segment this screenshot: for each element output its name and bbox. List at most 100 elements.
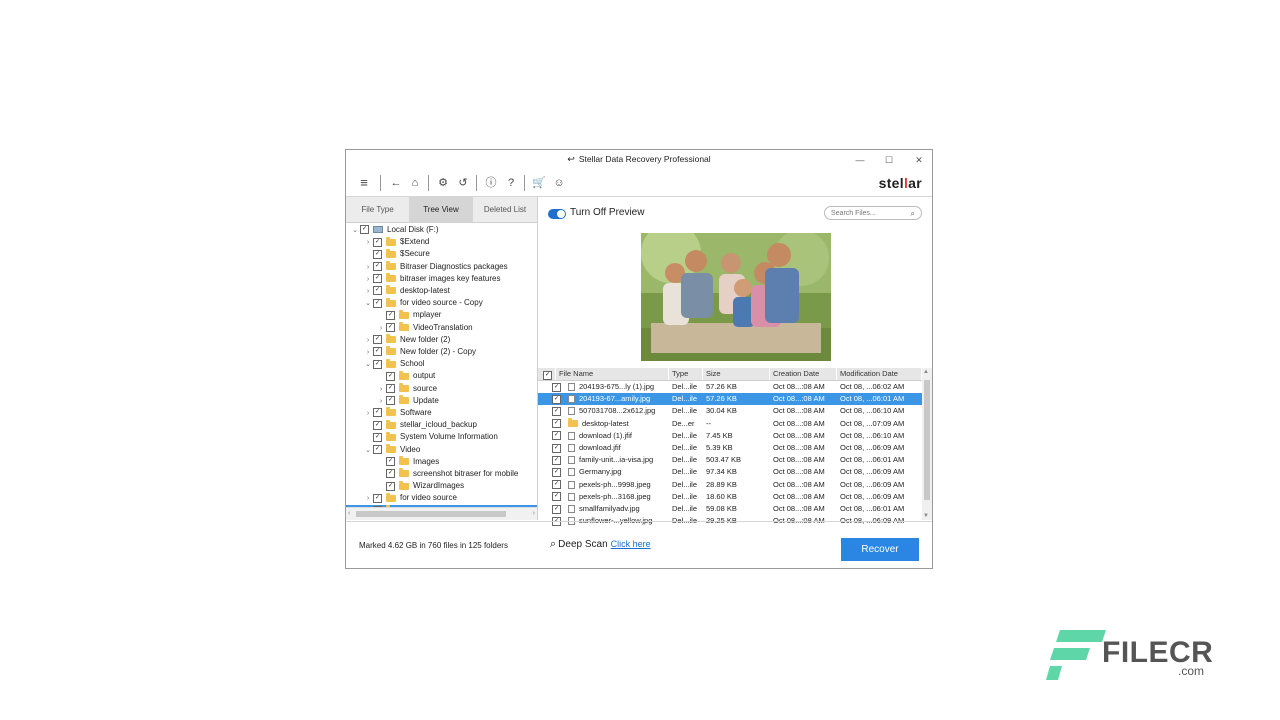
close-button[interactable]: ✕ [912, 153, 926, 167]
tree-checkbox[interactable]: ✓ [373, 432, 382, 442]
tree-node[interactable]: ✓ stellar_icloud_backup [346, 419, 537, 431]
tab-file-type[interactable]: File Type [346, 197, 409, 222]
row-checkbox[interactable]: ✓ [552, 405, 565, 417]
row-checkbox[interactable]: ✓ [552, 466, 565, 478]
tree-node[interactable]: › ✓ New folder (2) - Copy [346, 346, 537, 358]
expand-icon[interactable]: › [363, 237, 373, 249]
row-checkbox[interactable]: ✓ [552, 479, 565, 491]
scroll-thumb[interactable] [924, 380, 930, 500]
table-row[interactable]: ✓ download (1).jfif Del...ile 7.45 KB Oct 08… [538, 430, 922, 442]
row-checkbox[interactable]: ✓ [552, 454, 565, 466]
scroll-down-icon[interactable]: ▼ [923, 513, 929, 519]
tree-checkbox[interactable]: ✓ [373, 420, 382, 430]
expand-icon[interactable]: › [363, 347, 373, 359]
row-checkbox[interactable]: ✓ [552, 503, 565, 515]
maximize-button[interactable]: ☐ [882, 153, 896, 167]
tree-horizontal-scrollbar[interactable]: ‹ › [346, 507, 537, 520]
cart-icon[interactable]: 🛒 [532, 176, 546, 190]
tree-node[interactable]: › ✓ Bitraser Diagnostics packages [346, 260, 537, 274]
file-list-scrollbar[interactable]: ▲ ▼ [922, 368, 932, 520]
tree-checkbox[interactable]: ✓ [373, 493, 382, 503]
tree-checkbox[interactable]: ✓ [373, 335, 382, 345]
tree-checkbox[interactable]: ✓ [386, 383, 395, 393]
tree-node[interactable]: › ✓ New folder (2) [346, 334, 537, 346]
tree-node[interactable]: › ✓ bitraser images key features [346, 273, 537, 285]
deep-scan-link[interactable]: Click here [611, 539, 651, 549]
tree-node[interactable]: ✓ screenshot bitraser for mobile [346, 468, 537, 480]
table-row[interactable]: ✓ pexels-ph...3168.jpeg Del...ile 18.60 KB O… [538, 491, 922, 503]
expand-icon[interactable]: › [363, 286, 373, 298]
collapse-icon[interactable]: ⌄ [363, 445, 373, 457]
tree-checkbox[interactable]: ✓ [386, 322, 395, 332]
column-type[interactable]: Type [669, 368, 703, 380]
tree-checkbox[interactable]: ✓ [386, 310, 395, 320]
table-row[interactable]: ✓ smallfamilyadv.jpg Del...ile 59.08 KB Oct … [538, 503, 922, 515]
row-checkbox[interactable]: ✓ [552, 418, 565, 430]
tab-deleted-list[interactable]: Deleted List [473, 197, 537, 222]
tree-node[interactable]: ✓ output [346, 370, 537, 382]
tree-node[interactable]: ✓ $Secure [346, 248, 537, 260]
history-icon[interactable]: ↺ [456, 176, 470, 190]
expand-icon[interactable]: › [376, 396, 386, 408]
info-icon[interactable]: ⓘ [484, 176, 498, 190]
minimize-button[interactable]: — [853, 153, 867, 167]
column-size[interactable]: Size [703, 368, 770, 380]
tree-node[interactable]: ✓ WizardImages [346, 480, 537, 492]
help-icon[interactable]: ? [504, 176, 518, 190]
tree-checkbox[interactable]: ✓ [386, 481, 395, 491]
table-row[interactable]: ✓ download.jfif Del...ile 5.39 KB Oct 08...:… [538, 442, 922, 454]
row-checkbox[interactable]: ✓ [552, 442, 565, 454]
tree-node[interactable]: › ✓ source [346, 382, 537, 396]
scroll-thumb[interactable] [356, 511, 506, 517]
tree-node[interactable]: › ✓ Update [346, 395, 537, 407]
column-creation-date[interactable]: Creation Date [770, 368, 837, 380]
table-row[interactable]: ✓ family-unit...ia-visa.jpg Del...ile 503.4… [538, 454, 922, 466]
table-row[interactable]: ✓ Germany.jpg Del...ile 97.34 KB Oct 08...:0… [538, 466, 922, 478]
tree-checkbox[interactable]: ✓ [386, 396, 395, 406]
table-row[interactable]: ✓ 204193-67...amily.jpg Del...ile 57.26 KB O… [538, 393, 922, 406]
back-arrow-icon[interactable]: ← [389, 176, 403, 190]
expand-icon[interactable]: › [363, 493, 373, 505]
select-all-checkbox[interactable]: ✓ [538, 368, 556, 380]
column-file-name[interactable]: File Name [556, 368, 669, 380]
tree-checkbox[interactable]: ✓ [373, 298, 382, 308]
collapse-icon[interactable]: ⌄ [363, 359, 373, 371]
collapse-icon[interactable]: ⌄ [350, 225, 360, 237]
table-row[interactable]: ✓ pexels-ph...9998.jpeg Del...ile 28.89 KB O… [538, 479, 922, 491]
tree-checkbox[interactable]: ✓ [373, 237, 382, 247]
tree-node[interactable]: ⌄ ✓ Local Disk (F:) [346, 224, 537, 236]
tree-checkbox[interactable]: ✓ [386, 457, 395, 467]
gear-icon[interactable]: ⚙ [436, 176, 450, 190]
search-icon[interactable]: ⌕ [911, 207, 915, 221]
table-row[interactable]: ✓ 204193-675...ly (1).jpg Del...ile 57.26 K… [538, 381, 922, 393]
tree-node[interactable]: › ✓ for video source [346, 492, 537, 504]
scroll-right-icon[interactable]: › [533, 508, 535, 520]
table-row[interactable]: ✓ 507031708...2x612.jpg Del...ile 30.04 KB O… [538, 405, 922, 417]
tree-node[interactable]: ⌄ ✓ School [346, 358, 537, 370]
tree-node[interactable]: ⌄ ✓ for video source - Copy [346, 297, 537, 309]
tree-checkbox[interactable]: ✓ [373, 286, 382, 296]
preview-toggle[interactable] [548, 209, 566, 219]
hamburger-menu-icon[interactable]: ≡ [357, 176, 371, 190]
tree-checkbox[interactable]: ✓ [386, 469, 395, 479]
scroll-left-icon[interactable]: ‹ [348, 508, 350, 520]
tree-node[interactable]: › ✓ Software [346, 407, 537, 419]
tree-checkbox[interactable]: ✓ [373, 347, 382, 357]
column-modification-date[interactable]: Modification Date [837, 368, 922, 380]
tree-checkbox[interactable]: ✓ [373, 359, 382, 369]
tree-node[interactable]: › ✓ $Extend [346, 236, 537, 248]
expand-icon[interactable]: › [363, 335, 373, 347]
row-checkbox[interactable]: ✓ [552, 430, 565, 442]
tree-node[interactable]: › ✓ VideoTranslation [346, 321, 537, 334]
row-checkbox[interactable]: ✓ [552, 491, 565, 503]
row-checkbox[interactable]: ✓ [552, 381, 565, 393]
tree-node[interactable]: ✓ mplayer [346, 309, 537, 321]
expand-icon[interactable]: › [363, 408, 373, 420]
expand-icon[interactable]: › [376, 384, 386, 396]
expand-icon[interactable]: › [363, 274, 373, 286]
row-checkbox[interactable]: ✓ [552, 393, 565, 405]
table-row[interactable]: ✓ desktop-latest De...er -- Oct 08...:08 AM O… [538, 418, 922, 430]
tree-checkbox[interactable]: ✓ [373, 408, 382, 418]
recover-button[interactable]: Recover [841, 538, 919, 561]
expand-icon[interactable]: › [363, 262, 373, 274]
